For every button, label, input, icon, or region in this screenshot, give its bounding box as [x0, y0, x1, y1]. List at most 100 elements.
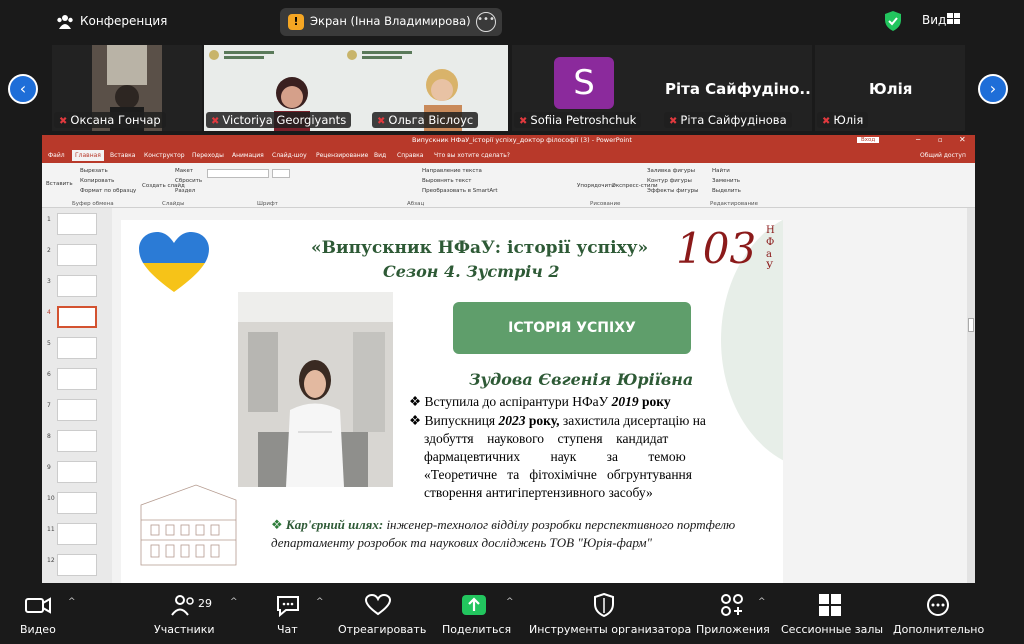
nfau-103-logo: 103 НФаУ — [676, 225, 776, 277]
apps-icon[interactable] — [718, 593, 746, 617]
cut-button[interactable]: Вырезать — [80, 168, 108, 174]
participant-name-text: Ольга Віслоус — [388, 113, 474, 127]
mic-muted-icon: ✖ — [669, 116, 678, 127]
participant-name-text: Victoriya Georgiyants — [222, 113, 347, 127]
close-icon[interactable]: ✕ — [959, 135, 966, 144]
slide-thumbnail[interactable] — [57, 430, 97, 452]
thumb-number: 11 — [47, 526, 55, 533]
breakout-label[interactable]: Сессионные залы — [781, 623, 883, 636]
participants-label[interactable]: Участники — [154, 623, 215, 636]
group-paragraph: Абзац — [407, 201, 425, 207]
slide-thumbnail[interactable] — [57, 492, 97, 514]
participant-tile[interactable]: ✖ Оксана Гончар — [52, 45, 202, 131]
text-direction-button[interactable]: Направление текста — [422, 168, 482, 174]
bullet-2-year: 2023 — [498, 413, 526, 428]
slide-thumbnail[interactable] — [57, 523, 97, 545]
chevron-up-icon[interactable]: ^ — [68, 597, 76, 607]
group-drawing: Рисование — [590, 201, 621, 207]
tell-me-search[interactable]: Что вы хотите сделать? — [434, 152, 510, 159]
chat-label[interactable]: Чат — [277, 623, 298, 636]
select-button[interactable]: Выделить — [712, 188, 741, 194]
maximize-icon[interactable]: ▫ — [938, 136, 943, 144]
chevron-right-icon[interactable]: › — [978, 74, 1008, 104]
menu-help[interactable]: Справка — [397, 152, 423, 159]
menu-home[interactable]: Главная — [72, 150, 104, 161]
slide-thumbnail-active[interactable] — [57, 306, 97, 328]
menu-slideshow[interactable]: Слайд-шоу — [272, 152, 307, 159]
layout-button[interactable]: Макет — [175, 168, 193, 174]
copy-button[interactable]: Копировать — [80, 178, 114, 184]
menu-design[interactable]: Конструктор — [144, 152, 185, 159]
slide-title: «Випускник НФаУ: історії успіху» — [311, 238, 649, 258]
font-name-select[interactable] — [207, 169, 269, 178]
participant-tile[interactable]: Юлія ✖ Юлія — [815, 45, 965, 131]
smartart-button[interactable]: Преобразовать в SmartArt — [422, 188, 498, 194]
arrange-button[interactable]: Упорядочить — [577, 183, 615, 189]
scrollbar[interactable] — [967, 208, 975, 583]
share-button[interactable]: Общий доступ — [920, 152, 966, 159]
slide-canvas: «Випускник НФаУ: історії успіху» Сезон 4… — [121, 220, 783, 583]
participants-count: 29 — [198, 597, 212, 610]
participant-tile[interactable]: ✖ Victoriya Georgiyants ✖ Ольга Віслоус — [204, 45, 508, 131]
participant-tile[interactable]: Ріта Сайфудіно... ✖ Ріта Сайфудінова — [662, 45, 812, 131]
paste-button[interactable]: Вставить — [46, 181, 73, 187]
menu-file[interactable]: Файл — [48, 152, 65, 159]
participant-tile[interactable]: S ✖ Sofiia Petroshchuk — [512, 45, 662, 131]
find-button[interactable]: Найти — [712, 168, 730, 174]
slide-thumbnail[interactable] — [57, 368, 97, 390]
chevron-up-icon[interactable]: ^ — [506, 597, 514, 607]
shape-fill-button[interactable]: Заливка фигуры — [647, 168, 695, 174]
thumb-number: 7 — [47, 402, 51, 409]
format-painter-button[interactable]: Формат по образцу — [80, 188, 136, 194]
security-shield-icon[interactable] — [884, 11, 902, 31]
participant-name: ✖ Оксана Гончар — [54, 112, 166, 128]
minimize-icon[interactable]: ─ — [916, 136, 920, 144]
menu-view[interactable]: Вид — [374, 152, 386, 159]
replace-button[interactable]: Заменить — [712, 178, 740, 184]
slide-thumbnail[interactable] — [57, 213, 97, 235]
apps-label[interactable]: Приложения — [696, 623, 770, 636]
more-icon[interactable] — [924, 593, 952, 617]
screen-share-pill[interactable]: ! Экран (Інна Владимирова) ••• — [280, 8, 502, 36]
slide-thumbnail[interactable] — [57, 554, 97, 576]
font-size-select[interactable] — [272, 169, 290, 178]
share-screen-icon[interactable] — [462, 595, 486, 615]
menu-insert[interactable]: Вставка — [110, 152, 135, 159]
host-tools-shield-icon[interactable] — [590, 593, 618, 617]
shape-outline-button[interactable]: Контур фигуры — [647, 178, 692, 184]
bullet-2-text: Випускниця — [424, 413, 499, 428]
slide-thumbnail[interactable] — [57, 337, 97, 359]
slide-thumbnail[interactable] — [57, 399, 97, 421]
video-label[interactable]: Видео — [20, 623, 56, 636]
more-label[interactable]: Дополнительно — [893, 623, 984, 636]
slide-thumbnail[interactable] — [57, 244, 97, 266]
section-button[interactable]: Раздел — [175, 188, 195, 194]
breakout-rooms-icon[interactable] — [816, 593, 844, 617]
host-tools-label[interactable]: Инструменты организатора — [529, 623, 691, 636]
heart-react-icon[interactable] — [364, 593, 392, 617]
participants-icon[interactable] — [170, 593, 198, 617]
video-camera-icon[interactable] — [24, 593, 52, 617]
share-label[interactable]: Поделиться — [442, 623, 511, 636]
view-grid-icon[interactable] — [947, 13, 960, 24]
slide-thumbnail[interactable] — [57, 275, 97, 297]
mic-muted-icon: ✖ — [211, 116, 220, 127]
graduate-photo — [238, 292, 393, 487]
shape-effects-button[interactable]: Эффекты фигуры — [647, 188, 699, 194]
menu-animation[interactable]: Анимация — [232, 152, 264, 159]
chevron-up-icon[interactable]: ^ — [316, 597, 324, 607]
reset-button[interactable]: Сбросить — [175, 178, 202, 184]
chevron-left-icon[interactable]: ‹ — [8, 74, 38, 104]
align-text-button[interactable]: Выровнять текст — [422, 178, 471, 184]
menu-review[interactable]: Рецензирование — [316, 152, 368, 159]
slide-thumbnail[interactable] — [57, 461, 97, 483]
menu-transitions[interactable]: Переходы — [192, 152, 224, 159]
signin-button[interactable]: Вход — [857, 137, 880, 143]
view-button[interactable]: Вид — [922, 13, 946, 27]
chat-icon[interactable] — [274, 593, 302, 617]
bullet-1: ❖ Вступила до аспірантури НФаУ 2019 року — [409, 394, 671, 410]
chevron-up-icon[interactable]: ^ — [758, 597, 766, 607]
react-label[interactable]: Отреагировать — [338, 623, 426, 636]
more-options-icon[interactable]: ••• — [476, 12, 496, 32]
chevron-up-icon[interactable]: ^ — [230, 597, 238, 607]
